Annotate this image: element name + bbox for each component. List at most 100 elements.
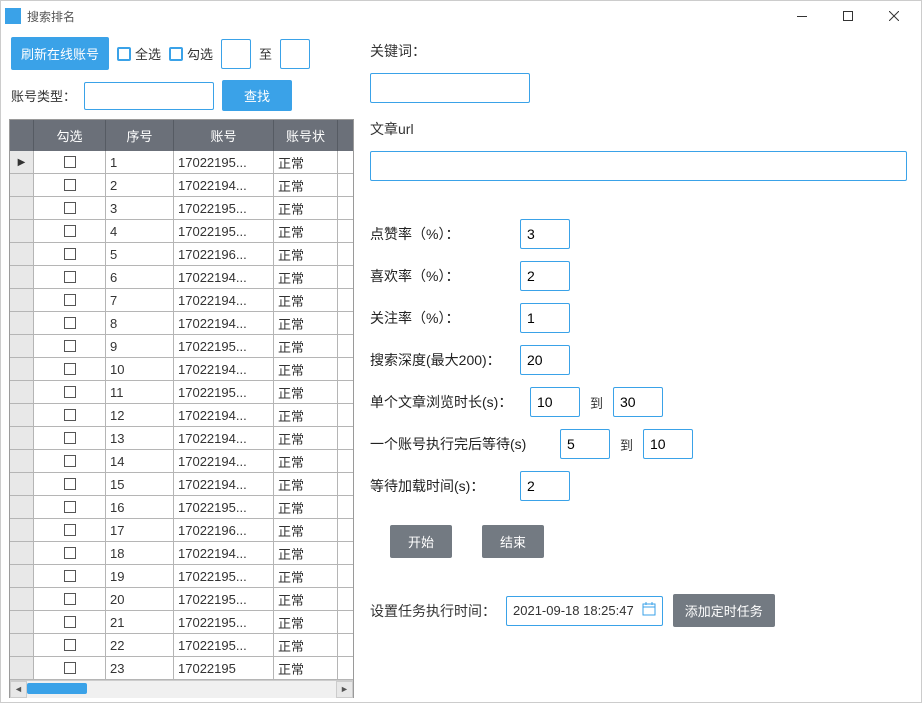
table-row[interactable]: 217022194...正常	[10, 174, 353, 197]
scroll-track[interactable]	[27, 681, 336, 698]
table-row[interactable]: 1417022194...正常	[10, 450, 353, 473]
row-check-cell[interactable]	[34, 220, 106, 242]
schedule-datetime[interactable]: 2021-09-18 18:25:47	[506, 596, 663, 626]
row-header[interactable]	[10, 611, 34, 633]
scroll-right-button[interactable]: ►	[336, 681, 353, 698]
range-from-input[interactable]	[221, 39, 251, 69]
row-checkbox[interactable]	[64, 455, 76, 467]
url-input[interactable]	[370, 151, 907, 181]
grid-body[interactable]: ▶117022195...正常217022194...正常317022195..…	[10, 151, 353, 680]
row-check-cell[interactable]	[34, 496, 106, 518]
table-row[interactable]: ▶117022195...正常	[10, 151, 353, 174]
table-row[interactable]: 2317022195正常	[10, 657, 353, 680]
account-wait-from-input[interactable]	[560, 429, 610, 459]
row-checkbox[interactable]	[64, 156, 76, 168]
row-header[interactable]	[10, 220, 34, 242]
row-checkbox[interactable]	[64, 271, 76, 283]
depth-input[interactable]	[520, 345, 570, 375]
row-check-cell[interactable]	[34, 611, 106, 633]
row-checkbox[interactable]	[64, 639, 76, 651]
row-check-cell[interactable]	[34, 565, 106, 587]
scroll-thumb[interactable]	[27, 683, 87, 694]
table-row[interactable]: 917022195...正常	[10, 335, 353, 358]
row-checkbox[interactable]	[64, 432, 76, 444]
row-header[interactable]	[10, 657, 34, 679]
row-header[interactable]	[10, 565, 34, 587]
row-checkbox[interactable]	[64, 294, 76, 306]
row-checkbox[interactable]	[64, 386, 76, 398]
row-checkbox[interactable]	[64, 340, 76, 352]
fav-rate-input[interactable]	[520, 261, 570, 291]
row-checkbox[interactable]	[64, 662, 76, 674]
row-check-cell[interactable]	[34, 381, 106, 403]
row-header[interactable]	[10, 335, 34, 357]
table-row[interactable]: 2017022195...正常	[10, 588, 353, 611]
maximize-button[interactable]	[825, 1, 871, 31]
row-checkbox[interactable]	[64, 547, 76, 559]
row-check-cell[interactable]	[34, 588, 106, 610]
col-status[interactable]: 账号状	[274, 120, 338, 151]
row-checkbox[interactable]	[64, 501, 76, 513]
account-wait-to-input[interactable]	[643, 429, 693, 459]
row-checkbox[interactable]	[64, 317, 76, 329]
row-checkbox[interactable]	[64, 570, 76, 582]
table-row[interactable]: 1617022195...正常	[10, 496, 353, 519]
start-button[interactable]: 开始	[390, 525, 452, 558]
table-row[interactable]: 1817022194...正常	[10, 542, 353, 565]
scroll-left-button[interactable]: ◄	[10, 681, 27, 698]
row-header[interactable]	[10, 266, 34, 288]
row-check-cell[interactable]	[34, 266, 106, 288]
select-all-checkbox[interactable]: 全选	[117, 44, 161, 63]
table-row[interactable]: 1917022195...正常	[10, 565, 353, 588]
row-check-cell[interactable]	[34, 358, 106, 380]
row-check-cell[interactable]	[34, 542, 106, 564]
row-checkbox[interactable]	[64, 593, 76, 605]
table-row[interactable]: 2117022195...正常	[10, 611, 353, 634]
row-check-cell[interactable]	[34, 473, 106, 495]
row-checkbox[interactable]	[64, 409, 76, 421]
browse-from-input[interactable]	[530, 387, 580, 417]
table-row[interactable]: 617022194...正常	[10, 266, 353, 289]
row-checkbox[interactable]	[64, 616, 76, 628]
keyword-input[interactable]	[370, 73, 530, 103]
row-header[interactable]	[10, 381, 34, 403]
row-check-cell[interactable]	[34, 335, 106, 357]
row-header[interactable]	[10, 358, 34, 380]
check-range-checkbox[interactable]: 勾选	[169, 44, 213, 63]
row-check-cell[interactable]	[34, 312, 106, 334]
table-row[interactable]: 517022196...正常	[10, 243, 353, 266]
row-header[interactable]	[10, 450, 34, 472]
row-check-cell[interactable]	[34, 243, 106, 265]
row-header[interactable]: ▶	[10, 151, 34, 173]
like-rate-input[interactable]	[520, 219, 570, 249]
row-check-cell[interactable]	[34, 427, 106, 449]
calendar-icon[interactable]	[642, 602, 656, 619]
table-row[interactable]: 1017022194...正常	[10, 358, 353, 381]
row-header[interactable]	[10, 312, 34, 334]
row-header[interactable]	[10, 243, 34, 265]
row-checkbox[interactable]	[64, 225, 76, 237]
minimize-button[interactable]	[779, 1, 825, 31]
col-account[interactable]: 账号	[174, 120, 274, 151]
browse-to-input[interactable]	[613, 387, 663, 417]
col-check[interactable]: 勾选	[34, 120, 106, 151]
table-row[interactable]: 1317022194...正常	[10, 427, 353, 450]
table-row[interactable]: 417022195...正常	[10, 220, 353, 243]
table-row[interactable]: 1717022196...正常	[10, 519, 353, 542]
end-button[interactable]: 结束	[482, 525, 544, 558]
row-header[interactable]	[10, 404, 34, 426]
row-checkbox[interactable]	[64, 179, 76, 191]
row-checkbox[interactable]	[64, 363, 76, 375]
row-checkbox[interactable]	[64, 202, 76, 214]
table-row[interactable]: 2217022195...正常	[10, 634, 353, 657]
table-row[interactable]: 717022194...正常	[10, 289, 353, 312]
row-header[interactable]	[10, 519, 34, 541]
col-index[interactable]: 序号	[106, 120, 174, 151]
row-header[interactable]	[10, 473, 34, 495]
row-header[interactable]	[10, 174, 34, 196]
row-header[interactable]	[10, 588, 34, 610]
row-header[interactable]	[10, 197, 34, 219]
table-row[interactable]: 1217022194...正常	[10, 404, 353, 427]
add-schedule-button[interactable]: 添加定时任务	[673, 594, 775, 627]
row-check-cell[interactable]	[34, 404, 106, 426]
